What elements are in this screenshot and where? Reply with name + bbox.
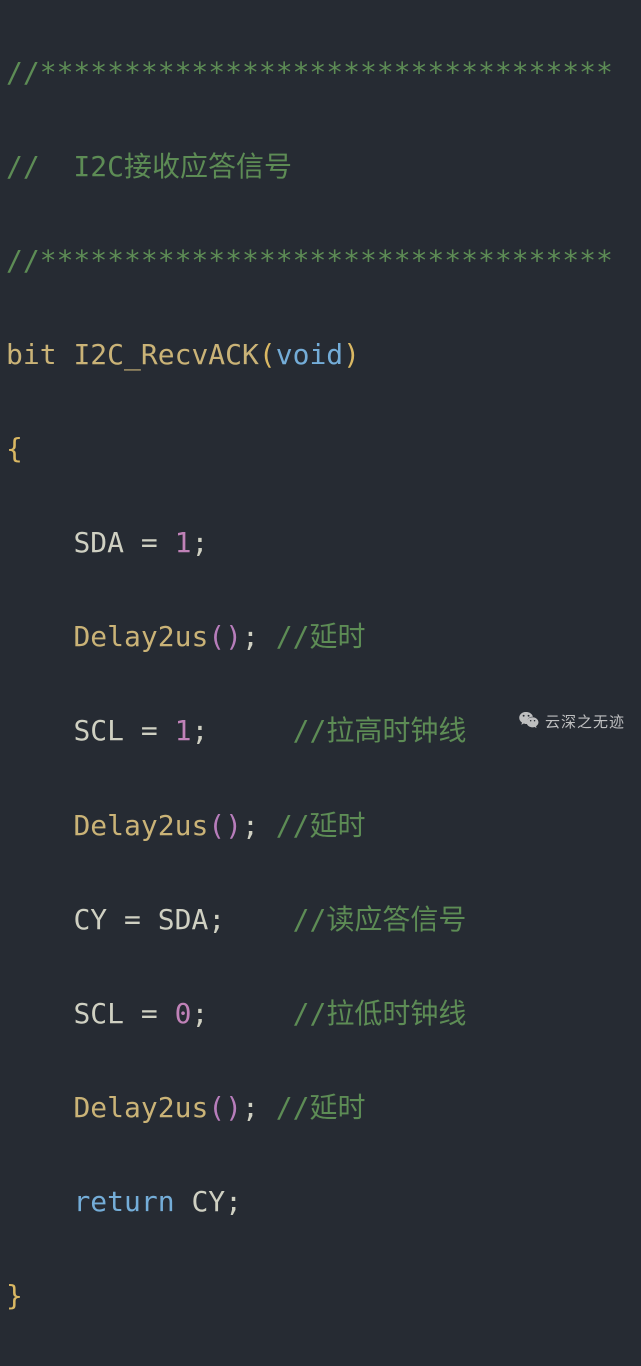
comment-separator-top: //**********************************: [6, 56, 613, 89]
call-delay2us: Delay2us: [73, 620, 208, 653]
watermark: 云深之无迹: [519, 710, 625, 735]
comment-delay: //延时: [259, 620, 366, 653]
wechat-icon: [519, 712, 539, 732]
brace-open: {: [6, 432, 23, 465]
paren-close: ): [225, 620, 242, 653]
paren-open: (: [208, 1091, 225, 1124]
call-delay2us: Delay2us: [73, 809, 208, 842]
paren-open: (: [208, 620, 225, 653]
call-delay2us: Delay2us: [73, 1091, 208, 1124]
return-type: bit: [6, 338, 57, 371]
stmt-scl-low-lhs: SCL: [73, 997, 124, 1030]
comment-scl-low: //拉低时钟线: [276, 997, 467, 1030]
function-name: I2C_RecvACK: [73, 338, 258, 371]
return-keyword: return: [73, 1185, 174, 1218]
comment-delay: //延时: [259, 1091, 366, 1124]
code-block: //********************************** // …: [0, 0, 641, 1366]
paren-close: ): [225, 809, 242, 842]
watermark-text: 云深之无迹: [545, 710, 625, 735]
comment-delay: //延时: [259, 809, 366, 842]
paren-close: ): [343, 338, 360, 371]
comment-separator-bottom: //**********************************: [6, 244, 613, 277]
param-void: void: [276, 338, 343, 371]
paren-open: (: [259, 338, 276, 371]
comment-scl-high: //拉高时钟线: [276, 714, 467, 747]
stmt-scl-high-lhs: SCL: [73, 714, 124, 747]
stmt-sda-assign-lhs: SDA: [73, 526, 124, 559]
comment-read-ack: //读应答信号: [276, 903, 467, 936]
stmt-cy-assign-lhs: CY: [73, 903, 107, 936]
paren-close: ): [225, 1091, 242, 1124]
brace-close: }: [6, 1279, 23, 1312]
comment-title: // I2C接收应答信号: [6, 150, 292, 183]
paren-open: (: [208, 809, 225, 842]
